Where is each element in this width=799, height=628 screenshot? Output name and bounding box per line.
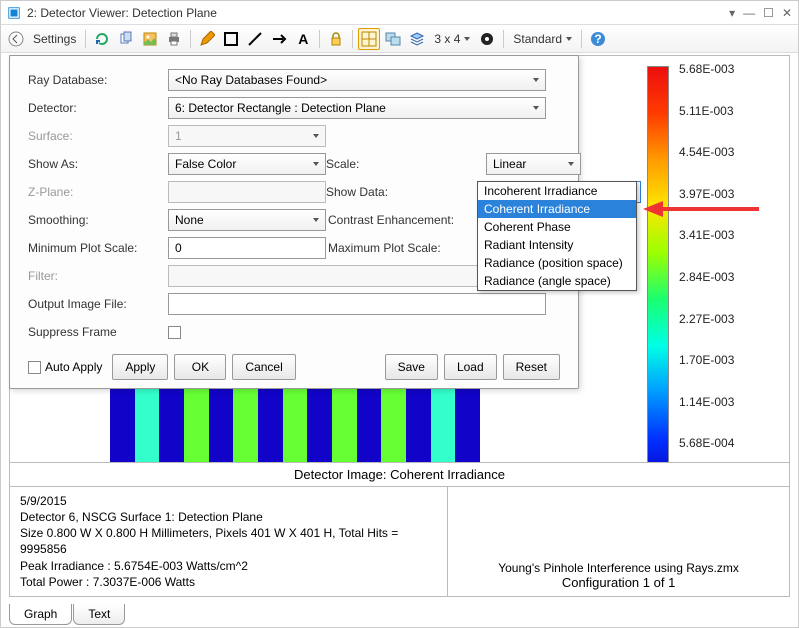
tick-label: 3.41E-003 [679, 228, 779, 242]
dropdown-option[interactable]: Radiance (angle space) [478, 272, 636, 290]
showas-combo[interactable]: False Color [168, 153, 326, 175]
ok-button[interactable]: OK [174, 354, 226, 380]
lock-icon[interactable] [325, 28, 347, 50]
tab-graph[interactable]: Graph [9, 604, 72, 625]
detector-image-title: Detector Image: Coherent Irradiance [10, 463, 789, 487]
app-window: 2: Detector Viewer: Detection Plane ▾ — … [0, 0, 799, 628]
filter-label: Filter: [28, 269, 168, 283]
windows-icon[interactable] [382, 28, 404, 50]
tick-label: 2.84E-003 [679, 270, 779, 284]
contrast-label: Contrast Enhancement: [328, 213, 488, 227]
surface-combo: 1 [168, 125, 326, 147]
tick-label: 1.14E-003 [679, 395, 779, 409]
suppress-checkbox[interactable] [168, 326, 181, 339]
detector-combo[interactable]: 6: Detector Rectangle : Detection Plane [168, 97, 546, 119]
file-text: Young's Pinhole Interference using Rays.… [458, 561, 779, 575]
dropdown-option[interactable]: Incoherent Irradiance [478, 182, 636, 200]
tick-label: 2.27E-003 [679, 312, 779, 326]
apply-button[interactable]: Apply [112, 354, 168, 380]
tick-label: 1.70E-003 [679, 353, 779, 367]
dropdown-option[interactable]: Coherent Phase [478, 218, 636, 236]
dropdown-icon[interactable]: ▾ [729, 6, 735, 20]
info-text: Peak Irradiance : 5.6754E-003 Watts/cm^2 [20, 558, 437, 574]
square-icon[interactable] [220, 28, 242, 50]
detector-label: Detector: [28, 101, 168, 115]
reset-button[interactable]: Reset [503, 354, 560, 380]
titlebar: 2: Detector Viewer: Detection Plane ▾ — … [1, 1, 798, 25]
smoothing-label: Smoothing: [28, 213, 168, 227]
maximize-button[interactable]: ☐ [763, 6, 774, 20]
showas-label: Show As: [28, 157, 168, 171]
refresh-icon[interactable] [91, 28, 113, 50]
grid-label-button[interactable]: 3 x 4 [430, 32, 474, 46]
maxplot-label: Maximum Plot Scale: [328, 241, 488, 255]
footer: Detector Image: Coherent Irradiance 5/9/… [9, 462, 790, 597]
suppress-label: Suppress Frame [28, 325, 168, 339]
pencil-icon[interactable] [196, 28, 218, 50]
text-icon[interactable]: A [292, 28, 314, 50]
colorbar [647, 66, 669, 486]
standard-button[interactable]: Standard [509, 32, 576, 46]
copy-icon[interactable] [115, 28, 137, 50]
annotation-arrow [641, 197, 761, 224]
dropdown-option-selected[interactable]: Coherent Irradiance [478, 200, 636, 218]
zplane-input [168, 181, 326, 203]
info-text: Size 0.800 W X 0.800 H Millimeters, Pixe… [20, 525, 437, 557]
surface-label: Surface: [28, 129, 168, 143]
info-right: Young's Pinhole Interference using Rays.… [448, 487, 789, 596]
auto-apply-checkbox[interactable] [28, 361, 41, 374]
save-button[interactable]: Save [385, 354, 438, 380]
tick-label: 5.68E-004 [679, 436, 779, 450]
svg-text:?: ? [594, 32, 601, 46]
auto-apply-label: Auto Apply [45, 360, 102, 374]
print-icon[interactable] [163, 28, 185, 50]
ray-db-combo[interactable]: <No Ray Databases Found> [168, 69, 546, 91]
minimize-button[interactable]: — [743, 6, 755, 20]
date-text: 5/9/2015 [20, 493, 437, 509]
ray-db-label: Ray Database: [28, 73, 168, 87]
info-text: Detector 6, NSCG Surface 1: Detection Pl… [20, 509, 437, 525]
smoothing-combo[interactable]: None [168, 209, 326, 231]
settings-button[interactable]: Settings [29, 32, 80, 46]
layers-icon[interactable] [406, 28, 428, 50]
tick-label: 4.54E-003 [679, 145, 779, 159]
close-button[interactable]: ✕ [782, 6, 792, 20]
target-icon[interactable] [476, 28, 498, 50]
load-button[interactable]: Load [444, 354, 497, 380]
tabs: Graph Text [9, 604, 126, 625]
config-text: Configuration 1 of 1 [458, 575, 779, 590]
minplot-input[interactable]: 0 [168, 237, 326, 259]
scale-label: Scale: [326, 157, 486, 171]
tick-label: 5.68E-003 [679, 62, 779, 76]
zplane-label: Z-Plane: [28, 185, 168, 199]
window-title: 2: Detector Viewer: Detection Plane [27, 6, 729, 20]
dropdown-option[interactable]: Radiant Intensity [478, 236, 636, 254]
output-file-label: Output Image File: [28, 297, 168, 311]
arrow-icon[interactable] [268, 28, 290, 50]
scale-combo[interactable]: Linear [486, 153, 581, 175]
info-text: Total Power : 7.3037E-006 Watts [20, 574, 437, 590]
colorbar-ticks: 5.68E-003 5.11E-003 4.54E-003 3.97E-003 … [679, 62, 779, 492]
save-image-icon[interactable] [139, 28, 161, 50]
info-left: 5/9/2015 Detector 6, NSCG Surface 1: Det… [10, 487, 448, 596]
showdata-dropdown-list: Incoherent Irradiance Coherent Irradianc… [477, 181, 637, 291]
back-icon[interactable] [5, 28, 27, 50]
tab-text[interactable]: Text [73, 604, 125, 625]
toolbar: Settings A 3 x 4 Standard ? [1, 25, 798, 53]
tick-label: 5.11E-003 [679, 104, 779, 118]
window-icon [7, 6, 21, 20]
help-icon[interactable]: ? [587, 28, 609, 50]
cancel-button[interactable]: Cancel [232, 354, 295, 380]
output-file-input[interactable] [168, 293, 546, 315]
line-icon[interactable] [244, 28, 266, 50]
showdata-label: Show Data: [326, 185, 486, 199]
minplot-label: Minimum Plot Scale: [28, 241, 168, 255]
grid-highlight-icon[interactable] [358, 28, 380, 50]
dropdown-option[interactable]: Radiance (position space) [478, 254, 636, 272]
